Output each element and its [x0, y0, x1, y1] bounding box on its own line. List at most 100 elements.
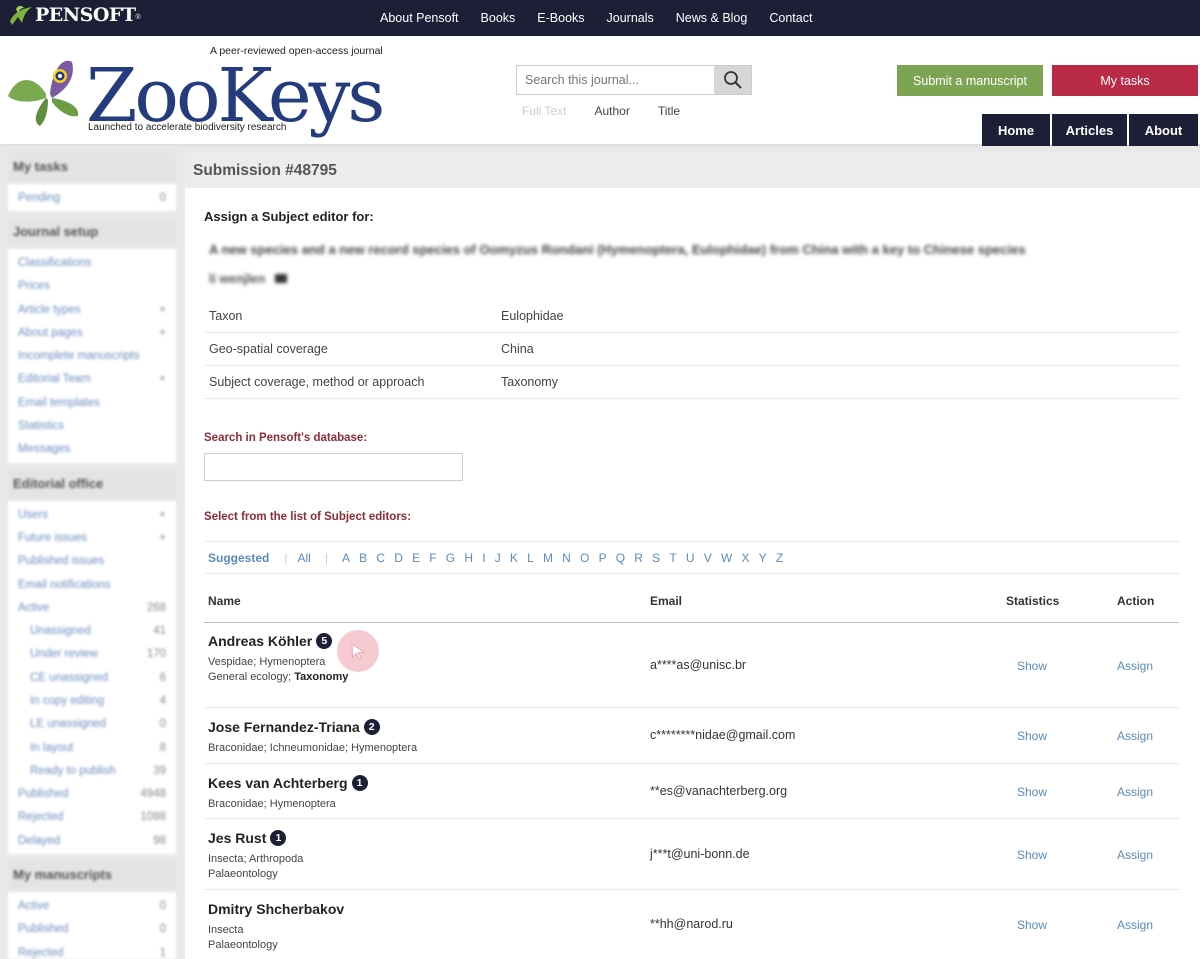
- meta-row-subject: Subject coverage, method or approach Tax…: [204, 366, 1179, 399]
- sidebar-item[interactable]: Published 4948: [8, 783, 176, 806]
- filter-letter[interactable]: J: [495, 551, 501, 565]
- filter-letter[interactable]: Y: [759, 551, 767, 565]
- nav-contact[interactable]: Contact: [769, 11, 812, 25]
- sidebar-item[interactable]: CE unassigned 6: [8, 666, 176, 689]
- tab-articles[interactable]: Articles: [1052, 114, 1127, 146]
- filter-letter[interactable]: Z: [776, 551, 783, 565]
- sidebar-item[interactable]: Editorial Team +: [8, 368, 176, 391]
- filter-letter[interactable]: G: [446, 551, 455, 565]
- sidebar-item[interactable]: Statistics: [8, 414, 176, 437]
- search-option-author[interactable]: Author: [594, 104, 629, 118]
- sidebar-item[interactable]: Prices: [8, 275, 176, 298]
- sidebar-item[interactable]: Pending 0: [8, 186, 176, 209]
- sidebar-item[interactable]: Active 0: [8, 894, 176, 917]
- filter-letter[interactable]: O: [580, 551, 589, 565]
- filter-letter[interactable]: K: [510, 551, 518, 565]
- filter-letter[interactable]: N: [562, 551, 571, 565]
- sidebar-item[interactable]: Under review 170: [8, 643, 176, 666]
- manuscript-author-name: li wenjlen: [209, 272, 266, 286]
- filter-letter[interactable]: V: [704, 551, 712, 565]
- assign-editor-link[interactable]: Assign: [1117, 785, 1153, 799]
- filter-letter[interactable]: L: [527, 551, 534, 565]
- filter-all[interactable]: All: [297, 551, 310, 565]
- sidebar-item-count: +: [159, 531, 166, 544]
- filter-letter[interactable]: A: [342, 551, 350, 565]
- filter-letter[interactable]: D: [394, 551, 403, 565]
- sidebar-item[interactable]: Classifications: [8, 251, 176, 274]
- my-tasks-button[interactable]: My tasks: [1052, 65, 1198, 96]
- sidebar-item[interactable]: Published 0: [8, 918, 176, 941]
- envelope-icon[interactable]: [274, 274, 287, 283]
- filter-letter[interactable]: T: [669, 551, 676, 565]
- filter-letter[interactable]: W: [721, 551, 732, 565]
- editor-search-input[interactable]: [204, 453, 463, 481]
- sidebar-item[interactable]: About pages +: [8, 321, 176, 344]
- filter-letter[interactable]: M: [543, 551, 553, 565]
- nav-about-pensoft[interactable]: About Pensoft: [380, 11, 459, 25]
- tab-about[interactable]: About: [1129, 114, 1198, 146]
- sidebar-item-count: 170: [146, 648, 166, 661]
- filter-letter[interactable]: C: [376, 551, 385, 565]
- assign-editor-link[interactable]: Assign: [1117, 848, 1153, 862]
- sidebar-item[interactable]: Active 268: [8, 596, 176, 619]
- submit-manuscript-button[interactable]: Submit a manuscript: [897, 65, 1043, 96]
- search-option-title[interactable]: Title: [658, 104, 680, 118]
- sidebar-item[interactable]: Published issues: [8, 550, 176, 573]
- sidebar-item[interactable]: Future issues +: [8, 526, 176, 549]
- editor-name[interactable]: Kees van Achterberg 1: [208, 775, 368, 791]
- nav-ebooks[interactable]: E-Books: [537, 11, 584, 25]
- editor-name[interactable]: Andreas Köhler 5: [208, 633, 333, 649]
- sidebar-item[interactable]: Ready to publish 39: [8, 759, 176, 782]
- search-option-full-text[interactable]: Full Text: [522, 104, 566, 118]
- assign-editor-link[interactable]: Assign: [1117, 918, 1153, 932]
- show-statistics-link[interactable]: Show: [1017, 918, 1047, 932]
- sidebar-item[interactable]: Rejected 1: [8, 941, 176, 959]
- sidebar-item-count: 0: [159, 191, 166, 204]
- editor-expertise: Palaeontology: [208, 939, 278, 951]
- sidebar-item-label: About pages: [18, 326, 83, 339]
- nav-news-blog[interactable]: News & Blog: [676, 11, 748, 25]
- filter-letter[interactable]: F: [429, 551, 436, 565]
- filter-letter[interactable]: H: [464, 551, 473, 565]
- sidebar-item[interactable]: Email templates: [8, 391, 176, 414]
- show-statistics-link[interactable]: Show: [1017, 729, 1047, 743]
- search-input[interactable]: [517, 66, 715, 94]
- show-statistics-link[interactable]: Show: [1017, 659, 1047, 673]
- nav-journals[interactable]: Journals: [607, 11, 654, 25]
- sidebar-item[interactable]: Users +: [8, 503, 176, 526]
- assign-editor-link[interactable]: Assign: [1117, 659, 1153, 673]
- search-button[interactable]: [714, 66, 751, 94]
- filter-letter[interactable]: P: [599, 551, 607, 565]
- sidebar-item[interactable]: LE unassigned 0: [8, 713, 176, 736]
- show-statistics-link[interactable]: Show: [1017, 785, 1047, 799]
- editor-name[interactable]: Jose Fernandez-Triana 2: [208, 719, 380, 735]
- tab-home[interactable]: Home: [982, 114, 1050, 146]
- show-statistics-link[interactable]: Show: [1017, 848, 1047, 862]
- sidebar-item[interactable]: Unassigned 41: [8, 619, 176, 642]
- search-icon: [723, 71, 742, 89]
- filter-letter[interactable]: B: [359, 551, 367, 565]
- filter-letter[interactable]: S: [652, 551, 660, 565]
- filter-letter[interactable]: I: [482, 551, 485, 565]
- nav-books[interactable]: Books: [481, 11, 516, 25]
- editor-name[interactable]: Jes Rust 1: [208, 830, 287, 846]
- editor-name[interactable]: Dmitry Shcherbakov: [208, 901, 344, 917]
- filter-letter[interactable]: X: [741, 551, 749, 565]
- sidebar-item[interactable]: In copy editing 4: [8, 689, 176, 712]
- filter-letter[interactable]: R: [634, 551, 643, 565]
- filter-letter[interactable]: U: [686, 551, 695, 565]
- assign-editor-link[interactable]: Assign: [1117, 729, 1153, 743]
- sidebar-item[interactable]: Rejected 1088: [8, 806, 176, 829]
- sidebar-item[interactable]: Messages: [8, 438, 176, 461]
- zookeys-logo[interactable]: ZooKeys Launched to accelerate biodivers…: [6, 54, 386, 144]
- filter-letter[interactable]: E: [412, 551, 420, 565]
- filter-suggested[interactable]: Suggested: [208, 551, 269, 565]
- sidebar-item[interactable]: Incomplete manuscripts: [8, 344, 176, 367]
- sidebar-item[interactable]: Article types +: [8, 298, 176, 321]
- sidebar-item[interactable]: In layout 8: [8, 736, 176, 759]
- filter-separator: |: [284, 550, 288, 565]
- sidebar-item[interactable]: Delayed 98: [8, 829, 176, 852]
- pensoft-logo[interactable]: PENSOFT ®: [8, 3, 141, 27]
- sidebar-item[interactable]: Email notifications: [8, 573, 176, 596]
- filter-letter[interactable]: Q: [616, 551, 625, 565]
